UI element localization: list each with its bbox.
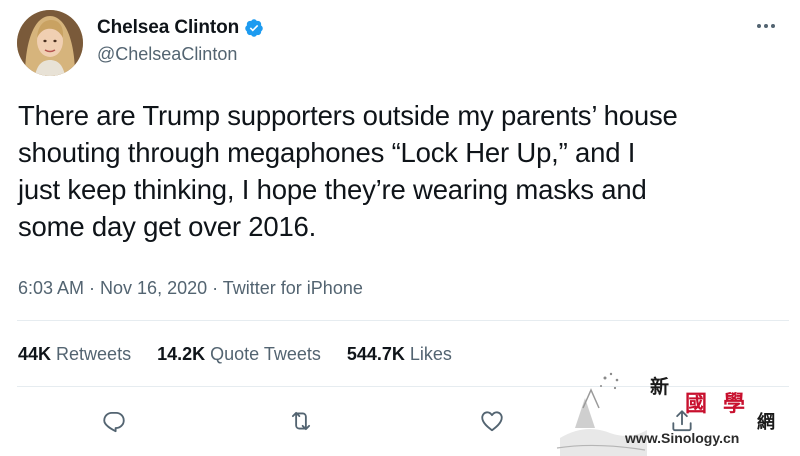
like-icon [481,411,503,432]
watermark-url: www.Sinology.cn [625,430,740,446]
watermark-char: 學 [723,391,746,417]
likes-label: Likes [409,344,452,364]
retweets-stat[interactable]: 44K Retweets [18,344,131,365]
likes-count: 544.7K [346,344,405,364]
watermark-char: 網 [757,412,775,433]
divider [17,320,789,321]
tweet-card: Chelsea Clinton @ChelseaClinton There ar… [0,0,800,456]
more-options-icon[interactable] [752,16,780,36]
reply-button[interactable] [99,406,129,436]
watermark-char: 國 [685,391,708,417]
tweet-text-line: There are Trump supporters outside my pa… [18,100,678,131]
avatar-image [17,10,83,76]
tweet-text-line: shouting through megaphones “Lock Her Up… [18,137,636,168]
quote-tweets-count: 14.2K [157,344,206,364]
tweet-text-line: some day get over 2016. [18,211,317,242]
tweet-text-line: just keep thinking, I hope they’re weari… [18,174,647,205]
more-dot [757,24,761,28]
retweet-button[interactable] [286,406,316,436]
author-handle[interactable]: @ChelseaClinton [97,44,237,65]
quote-tweets-stat[interactable]: 14.2K Quote Tweets [157,344,321,365]
watermark: 新 國 學 網 www.Sinology.cn [555,368,800,456]
avatar[interactable] [17,10,83,76]
more-dot [771,24,775,28]
likes-stat[interactable]: 544.7K Likes [347,344,452,365]
like-button[interactable] [477,406,507,436]
retweets-label: Retweets [56,344,132,364]
quote-tweets-label: Quote Tweets [210,344,321,364]
display-name[interactable]: Chelsea Clinton [97,17,239,39]
reply-icon [103,411,125,433]
tweet-meta[interactable]: 6:03 AM · Nov 16, 2020 · Twitter for iPh… [18,278,363,299]
retweets-count: 44K [18,344,52,364]
more-dot [764,24,768,28]
tweet-text: There are Trump supporters outside my pa… [18,97,788,245]
retweet-icon [291,411,311,431]
watermark-char: 新 [650,376,670,398]
engagement-stats: 44K Retweets 14.2K Quote Tweets 544.7K L… [18,344,452,365]
author-name-row: Chelsea Clinton [97,17,264,39]
verified-badge-icon [245,19,263,37]
